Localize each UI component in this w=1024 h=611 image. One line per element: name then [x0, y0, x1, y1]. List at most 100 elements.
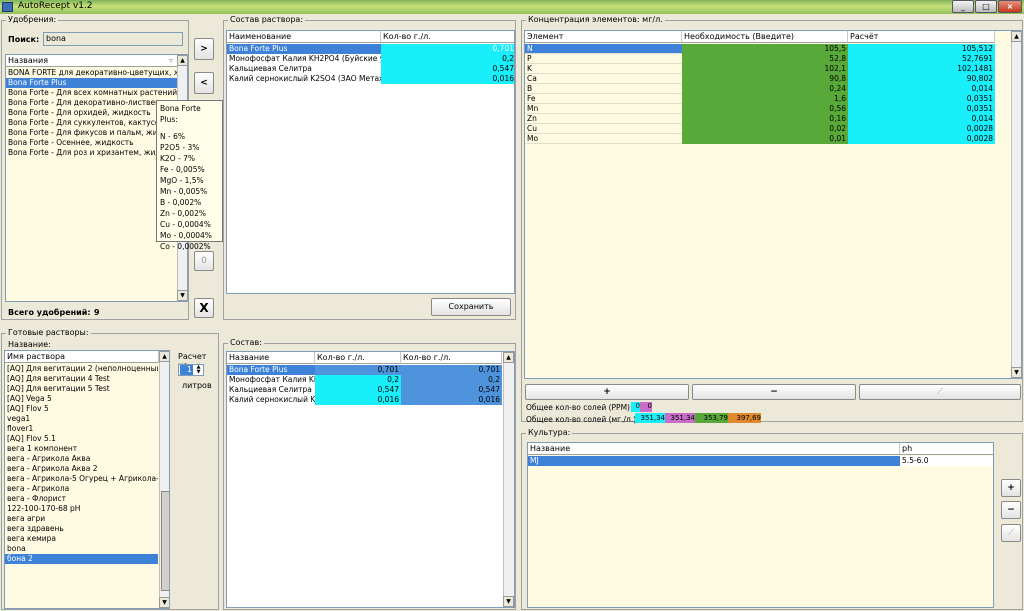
search-input[interactable]: bona — [43, 32, 183, 46]
ready-solution-item[interactable]: вега - Агрикола Аква 2 — [5, 464, 158, 474]
scroll-up-icon[interactable]: ▲ — [177, 55, 187, 66]
fertilizer-list-item[interactable]: Bona Forte Plus — [6, 78, 177, 88]
scroll-up-icon[interactable]: ▲ — [503, 352, 514, 363]
concentration-row-need[interactable]: 0,16 — [682, 114, 848, 124]
ready-solution-item[interactable]: [AQ] Для вегитации 4 Test — [5, 374, 158, 384]
culture-row-name[interactable]: MJ — [528, 456, 900, 466]
sostav-header-qty-1[interactable]: Кол-во г./л. — [315, 352, 401, 364]
concentration-row-need[interactable]: 90,8 — [682, 74, 848, 84]
fertilizer-list-item[interactable]: Bona Forte - Для роз и хризантем, жидкос… — [6, 148, 177, 158]
add-element-button[interactable]: + — [525, 384, 689, 400]
chart-icon[interactable]: ⟋ — [859, 384, 1021, 400]
sostav-header-name[interactable]: Название — [227, 352, 315, 364]
scroll-thumb[interactable] — [161, 491, 169, 591]
culture-row-ph[interactable]: 5.5-6.0 — [900, 456, 993, 466]
ready-solution-item[interactable]: вега кемира — [5, 534, 158, 544]
ready-solution-item[interactable]: вега здравень — [5, 524, 158, 534]
minimize-button[interactable]: _ — [952, 0, 974, 13]
fertilizer-list-item[interactable]: Bona Forte - Для суккулентов, кактусов, … — [6, 118, 177, 128]
concentration-row-need[interactable]: 1,6 — [682, 94, 848, 104]
fertilizer-list-item[interactable]: Bona Forte - Для декоративно-лиственных,… — [6, 98, 177, 108]
close-button[interactable]: × — [998, 0, 1022, 13]
clear-solution-button[interactable]: X — [194, 298, 214, 318]
fertilizer-list-item[interactable]: Bona Forte - Для орхидей, жидкость — [6, 108, 177, 118]
composition-row-name[interactable]: Монофосфат Калия KH2PO4 (Буйские уд- — [227, 54, 381, 64]
composition-row-qty[interactable]: 0,2 — [381, 54, 514, 64]
concentration-row-need[interactable]: 0,02 — [682, 124, 848, 134]
ready-solution-item[interactable]: [AQ] Vega 5 — [5, 394, 158, 404]
culture-header-name[interactable]: Название — [528, 443, 900, 455]
remove-from-solution-button[interactable]: < — [194, 72, 214, 94]
composition-row-name[interactable]: Кальциевая Селитра — [227, 64, 381, 74]
fertilizer-list-item[interactable]: Bona Forte - Осеннее, жидкость — [6, 138, 177, 148]
concentration-row-need[interactable]: 102,1 — [682, 64, 848, 74]
ready-solution-item[interactable]: vega1 — [5, 414, 158, 424]
culture-header-ph[interactable]: ph — [900, 443, 993, 455]
ready-solutions-scrollbar[interactable]: ▲ ▼ — [159, 351, 169, 608]
sostav-row-qty-1[interactable]: 0,2 — [315, 375, 401, 385]
sostav-row-qty-1[interactable]: 0,547 — [315, 385, 401, 395]
concentration-row-need[interactable]: 52,8 — [682, 54, 848, 64]
scroll-up-icon[interactable]: ▲ — [1011, 31, 1021, 42]
add-to-solution-button[interactable]: > — [194, 38, 214, 60]
scroll-down-icon[interactable]: ▼ — [177, 290, 187, 301]
fertilizer-list-item[interactable]: BONA FORTE для декоративно-цветущих, жид — [6, 68, 177, 78]
ready-solution-item[interactable]: вега - Агрикола Аква — [5, 454, 158, 464]
ready-solution-item[interactable]: вега - Агрикола — [5, 484, 158, 494]
ready-solution-item[interactable]: [AQ] Для вегитации 5 Test — [5, 384, 158, 394]
ready-solution-item[interactable]: вега - Флорист — [5, 494, 158, 504]
remove-element-button[interactable]: − — [692, 384, 856, 400]
composition-header-qty[interactable]: Кол-во г./л. — [381, 31, 514, 43]
composition-row-qty[interactable]: 0,016 — [381, 74, 514, 84]
ready-solution-item[interactable]: вега агри — [5, 514, 158, 524]
ready-solution-item[interactable]: bona — [5, 544, 158, 554]
ready-solution-item[interactable]: 122-100-170-68 pH — [5, 504, 158, 514]
calc-for-value[interactable]: 1 — [180, 365, 193, 375]
sostav-scrollbar[interactable]: ▲ ▼ — [503, 352, 514, 607]
calc-for-stepper[interactable]: 1 ▲ ▼ — [178, 364, 204, 376]
culture-chart-icon[interactable]: ⟋ — [1001, 524, 1021, 542]
concentration-scrollbar[interactable]: ▲ ▼ — [1011, 31, 1021, 378]
composition-header-name[interactable]: Наименование — [227, 31, 381, 43]
zero-button[interactable]: 0 — [194, 251, 214, 271]
ready-solution-item[interactable]: [AQ] Flov 5 — [5, 404, 158, 414]
sostav-row-qty-1[interactable]: 0,701 — [315, 365, 401, 375]
fertilizer-list-item[interactable]: Bona Forte - Для фикусов и пальм, жидкос… — [6, 128, 177, 138]
fertilizer-list-item[interactable]: Bona Forte - Для всех комнатных растений… — [6, 88, 177, 98]
scroll-down-icon[interactable]: ▼ — [503, 596, 514, 607]
scroll-down-icon[interactable]: ▼ — [159, 597, 169, 608]
ready-solution-item[interactable]: вега 1 компонент — [5, 444, 158, 454]
ready-solution-item[interactable]: бона 2 — [5, 554, 158, 564]
composition-row-qty[interactable]: 0,547 — [381, 64, 514, 74]
concentration-row-need[interactable]: 0,24 — [682, 84, 848, 94]
concentration-header-calc[interactable]: Расчёт — [848, 31, 995, 43]
fertilizer-list-header[interactable]: Названия ▿ — [6, 55, 178, 67]
concentration-header-need[interactable]: Необходимость (Введите) — [682, 31, 848, 43]
save-button[interactable]: Сохранить — [431, 298, 511, 316]
composition-row-name[interactable]: Калий сернокислый K2SO4 (ЗАО Метахи- — [227, 74, 381, 84]
concentration-row-need[interactable]: 0,01 — [682, 134, 848, 144]
composition-row-qty[interactable]: 0,701 — [381, 44, 514, 54]
ready-solution-item[interactable]: вега - Агрикола-5 Огурец + Агрикола-6 Р. — [5, 474, 158, 484]
ready-solution-item[interactable]: [AQ] Для вегитации 2 (неполноценный) — [5, 364, 158, 374]
ready-solution-item[interactable]: flover1 — [5, 424, 158, 434]
remove-culture-button[interactable]: − — [1001, 501, 1021, 519]
sostav-row-name[interactable]: Монофосфат Калия KH2 — [227, 375, 315, 385]
stepper-down-icon[interactable]: ▼ — [194, 370, 203, 375]
sostav-row-name[interactable]: Bona Forte Plus — [227, 365, 315, 375]
sostav-row-name[interactable]: Калий сернокислый K2 — [227, 395, 315, 405]
sostav-row-name[interactable]: Кальциевая Селитра — [227, 385, 315, 395]
scroll-up-icon[interactable]: ▲ — [159, 351, 169, 362]
ready-solution-item[interactable]: [AQ] Flov 5.1 — [5, 434, 158, 444]
filter-icon[interactable]: ▿ — [169, 55, 173, 66]
maximize-button[interactable]: □ — [975, 0, 997, 13]
sostav-row-qty-1[interactable]: 0,016 — [315, 395, 401, 405]
add-culture-button[interactable]: + — [1001, 479, 1021, 497]
concentration-row-need[interactable]: 105,5 — [682, 44, 848, 54]
composition-row-name[interactable]: Bona Forte Plus — [227, 44, 381, 54]
sostav-header-qty-2[interactable]: Кол-во г./л. — [401, 352, 502, 364]
ready-solutions-header[interactable]: Имя раствора — [5, 351, 159, 363]
concentration-row-need[interactable]: 0,56 — [682, 104, 848, 114]
concentration-header-element[interactable]: Элемент — [525, 31, 682, 43]
scroll-down-icon[interactable]: ▼ — [1011, 367, 1021, 378]
